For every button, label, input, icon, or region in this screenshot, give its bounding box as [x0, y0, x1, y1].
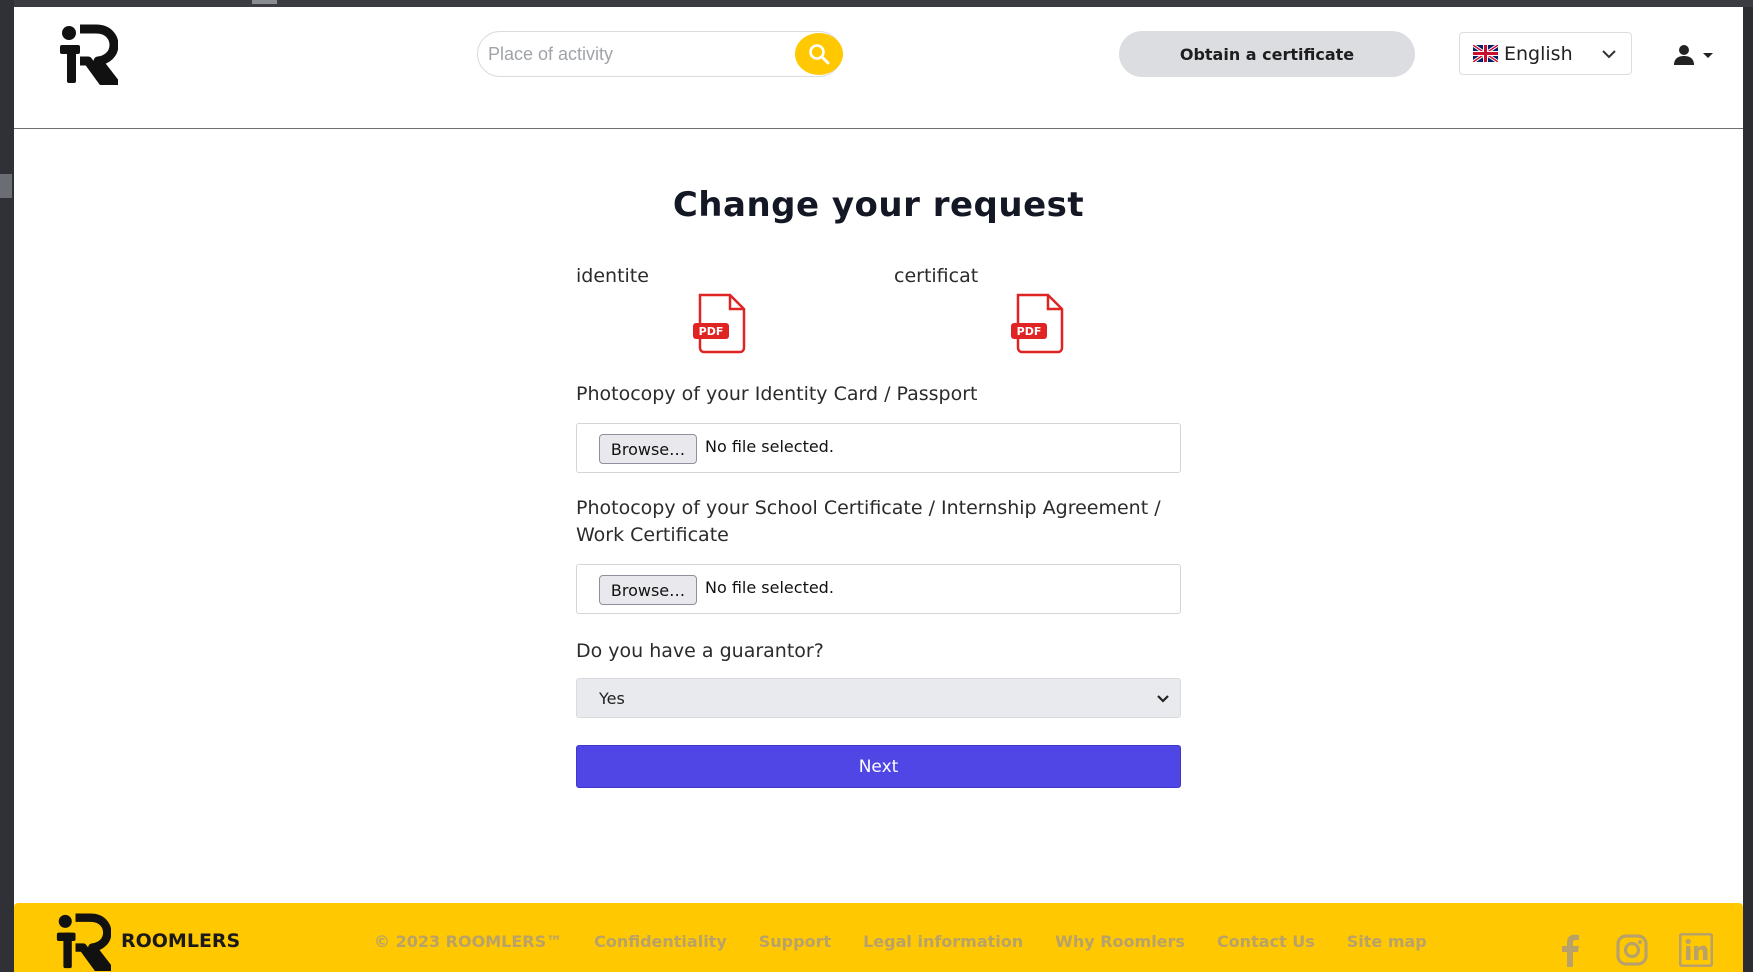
- svg-text:PDF: PDF: [699, 325, 724, 338]
- browse-button[interactable]: Browse…: [599, 575, 697, 605]
- site-header: Obtain a certificate English: [14, 7, 1743, 129]
- footer-link-contact[interactable]: Contact Us: [1217, 932, 1315, 951]
- footer-link-confidentiality[interactable]: Confidentiality: [594, 932, 727, 951]
- page-title: Change your request: [672, 185, 1085, 225]
- user-icon: [1674, 45, 1694, 65]
- roomlers-logo[interactable]: [55, 911, 111, 971]
- caret-down-icon: [1703, 53, 1713, 58]
- search-input[interactable]: [488, 38, 778, 70]
- language-selector[interactable]: English: [1459, 32, 1632, 75]
- footer-link-support[interactable]: Support: [759, 932, 831, 951]
- certificate-file-input: Browse… No file selected.: [576, 564, 1181, 614]
- footer-link-why-roomlers[interactable]: Why Roomlers: [1055, 932, 1185, 951]
- chevron-down-icon: [1157, 695, 1169, 703]
- guarantor-selected-value: Yes: [599, 688, 625, 708]
- site-footer: ROOMLERS © 2023 ROOMLERS™ Confidentialit…: [14, 903, 1743, 972]
- file-status: No file selected.: [705, 578, 834, 597]
- search-icon: [809, 44, 830, 65]
- footer-link-legal[interactable]: Legal information: [863, 932, 1023, 951]
- user-menu[interactable]: [1673, 42, 1721, 68]
- uk-flag-icon: [1473, 45, 1498, 62]
- identity-upload-label: Photocopy of your Identity Card / Passpo…: [576, 383, 978, 405]
- browse-button[interactable]: Browse…: [599, 434, 697, 464]
- obtain-certificate-button[interactable]: Obtain a certificate: [1119, 31, 1415, 77]
- language-label: English: [1504, 42, 1573, 65]
- instagram-icon[interactable]: [1615, 933, 1649, 967]
- certificate-upload-label: Photocopy of your School Certificate / I…: [576, 497, 1161, 546]
- page: Obtain a certificate English: [14, 7, 1743, 972]
- facebook-icon[interactable]: [1554, 933, 1588, 967]
- window-left-edge: [0, 0, 14, 972]
- footer-links: © 2023 ROOMLERS™ Confidentiality Support…: [374, 932, 1459, 951]
- chevron-down-icon: [1602, 50, 1616, 59]
- footer-brand: ROOMLERS: [121, 930, 241, 952]
- identity-file-input: Browse… No file selected.: [576, 423, 1181, 473]
- document-label-certificat: certificat: [894, 265, 979, 287]
- guarantor-label: Do you have a guarantor?: [576, 640, 824, 662]
- svg-text:PDF: PDF: [1017, 325, 1042, 338]
- footer-link-sitemap[interactable]: Site map: [1347, 932, 1427, 951]
- guarantor-select[interactable]: Yes: [576, 678, 1181, 718]
- roomlers-logo[interactable]: [58, 23, 118, 85]
- footer-copyright: © 2023 ROOMLERS™: [374, 932, 563, 951]
- document-label-identite: identite: [576, 265, 649, 287]
- file-status: No file selected.: [705, 437, 834, 456]
- tab-marker: [252, 0, 277, 4]
- window-top-edge: [0, 0, 1753, 7]
- pdf-icon[interactable]: PDF: [1010, 292, 1068, 354]
- next-button[interactable]: Next: [576, 745, 1181, 788]
- search-button[interactable]: [795, 33, 843, 75]
- search-bar: [477, 31, 843, 77]
- linkedin-icon[interactable]: [1679, 933, 1713, 967]
- pdf-icon[interactable]: PDF: [692, 292, 750, 354]
- scroll-marker: [0, 174, 12, 198]
